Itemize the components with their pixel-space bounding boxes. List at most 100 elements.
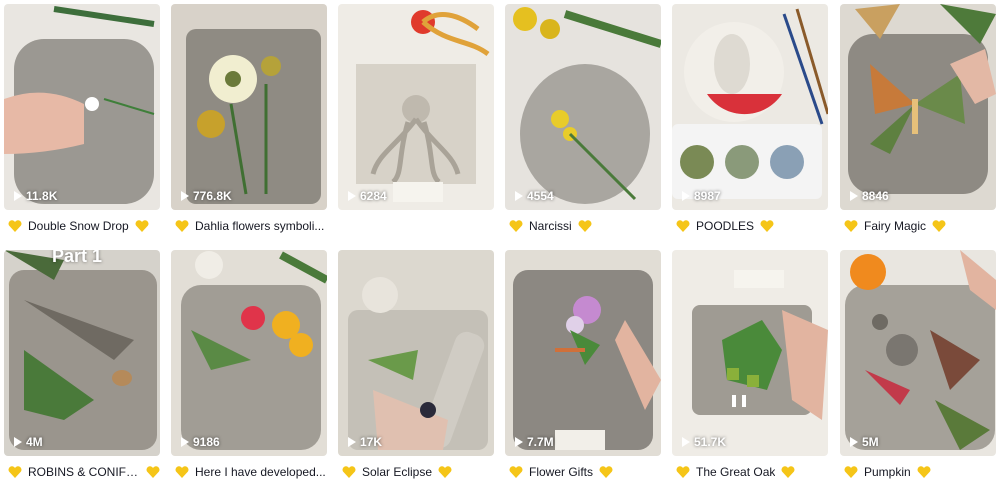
- caption-text: POODLES: [696, 219, 755, 233]
- video-caption[interactable]: POODLES: [676, 215, 828, 237]
- video-thumbnail[interactable]: 776.8K: [171, 4, 327, 210]
- yellow-heart-icon: [438, 466, 452, 478]
- video-thumbnail[interactable]: 4554: [505, 4, 661, 210]
- video-grid: 11.8K Double Snow Drop 776.8K Dahlia flo…: [0, 0, 1000, 479]
- video-thumbnail[interactable]: 9186: [171, 250, 327, 456]
- view-count: 51.7K: [682, 435, 726, 449]
- video-caption[interactable]: Double Snow Drop: [8, 215, 160, 237]
- video-card[interactable]: 4554 Narcissi: [505, 4, 661, 233]
- play-icon: [682, 191, 690, 201]
- caption-text: Fairy Magic: [864, 219, 927, 233]
- video-caption[interactable]: Fairy Magic: [844, 215, 996, 237]
- play-icon: [850, 437, 858, 447]
- thumbnail-image: [338, 250, 494, 456]
- yellow-heart-icon: [578, 220, 592, 232]
- caption-text: The Great Oak: [696, 465, 776, 479]
- play-icon: [348, 437, 356, 447]
- view-count: 8987: [682, 189, 721, 203]
- video-card[interactable]: 776.8K Dahlia flowers symboli...: [171, 4, 327, 233]
- yellow-heart-icon: [932, 220, 946, 232]
- thumbnail-image: [4, 250, 160, 456]
- video-thumbnail[interactable]: 51.7K: [672, 250, 828, 456]
- video-caption[interactable]: The Great Oak: [676, 461, 828, 483]
- thumbnail-image: [840, 250, 996, 456]
- yellow-heart-icon: [509, 220, 523, 232]
- thumbnail-image: [505, 4, 661, 210]
- video-card[interactable]: 8846 Fairy Magic: [840, 4, 996, 233]
- yellow-heart-icon: [760, 220, 774, 232]
- play-icon: [348, 191, 356, 201]
- yellow-heart-icon: [844, 466, 858, 478]
- view-count: 4554: [515, 189, 554, 203]
- view-count: 7.7M: [515, 435, 554, 449]
- part-label: Part 1: [52, 250, 103, 266]
- video-card[interactable]: 9186 Here I have developed...: [171, 250, 327, 479]
- view-count: 17K: [348, 435, 382, 449]
- video-thumbnail[interactable]: 8846: [840, 4, 996, 210]
- video-card[interactable]: 7.7M Flower Gifts: [505, 250, 661, 479]
- yellow-heart-icon: [135, 220, 149, 232]
- thumbnail-image: [672, 250, 828, 456]
- view-count: 6284: [348, 189, 387, 203]
- yellow-heart-icon: [599, 466, 613, 478]
- thumbnail-image: [672, 4, 828, 210]
- play-icon: [181, 437, 189, 447]
- yellow-heart-icon: [342, 466, 356, 478]
- thumbnail-image: [171, 250, 327, 456]
- video-card[interactable]: 8987 POODLES: [672, 4, 828, 233]
- play-icon: [181, 191, 189, 201]
- view-count: 9186: [181, 435, 220, 449]
- yellow-heart-icon: [8, 466, 22, 478]
- video-caption[interactable]: Dahlia flowers symboli...: [175, 215, 327, 237]
- view-count: 8846: [850, 189, 889, 203]
- yellow-heart-icon: [175, 466, 189, 478]
- video-caption[interactable]: Here I have developed...: [175, 461, 327, 483]
- video-thumbnail[interactable]: 11.8K: [4, 4, 160, 210]
- video-caption[interactable]: Pumpkin: [844, 461, 996, 483]
- yellow-heart-icon: [509, 466, 523, 478]
- view-count: 11.8K: [14, 189, 57, 203]
- play-icon: [14, 437, 22, 447]
- thumbnail-image: [840, 4, 996, 210]
- caption-text: Dahlia flowers symboli...: [195, 219, 325, 233]
- video-caption[interactable]: Narcissi: [509, 215, 661, 237]
- yellow-heart-icon: [146, 466, 160, 478]
- caption-text: Here I have developed...: [195, 465, 326, 479]
- yellow-heart-icon: [917, 466, 931, 478]
- video-card[interactable]: 17K Solar Eclipse: [338, 250, 494, 479]
- video-thumbnail[interactable]: 8987: [672, 4, 828, 210]
- yellow-heart-icon: [676, 220, 690, 232]
- video-card[interactable]: 6284: [338, 4, 494, 210]
- thumbnail-image: [171, 4, 327, 210]
- thumbnail-image: [4, 4, 160, 210]
- video-card[interactable]: Part 1 4M ROBINS & CONIFERS: [4, 250, 160, 479]
- video-thumbnail[interactable]: 5M: [840, 250, 996, 456]
- video-caption[interactable]: ROBINS & CONIFERS: [8, 461, 160, 483]
- video-card[interactable]: 5M Pumpkin: [840, 250, 996, 479]
- yellow-heart-icon: [781, 466, 795, 478]
- video-thumbnail[interactable]: 17K: [338, 250, 494, 456]
- caption-text: Double Snow Drop: [28, 219, 129, 233]
- video-thumbnail[interactable]: Part 1 4M: [4, 250, 160, 456]
- caption-text: ROBINS & CONIFERS: [28, 465, 140, 479]
- caption-text: Narcissi: [529, 219, 572, 233]
- yellow-heart-icon: [175, 220, 189, 232]
- play-icon: [850, 191, 858, 201]
- view-count: 5M: [850, 435, 879, 449]
- thumbnail-image: [338, 4, 494, 210]
- video-thumbnail[interactable]: 7.7M: [505, 250, 661, 456]
- yellow-heart-icon: [8, 220, 22, 232]
- video-thumbnail[interactable]: 6284: [338, 4, 494, 210]
- play-icon: [515, 191, 523, 201]
- play-icon: [682, 437, 690, 447]
- play-icon: [515, 437, 523, 447]
- play-icon: [14, 191, 22, 201]
- view-count: 776.8K: [181, 189, 232, 203]
- view-count: 4M: [14, 435, 43, 449]
- caption-text: Pumpkin: [864, 465, 911, 479]
- video-caption[interactable]: Flower Gifts: [509, 461, 661, 483]
- video-caption[interactable]: Solar Eclipse: [342, 461, 494, 483]
- video-card[interactable]: 11.8K Double Snow Drop: [4, 4, 160, 233]
- video-card[interactable]: 51.7K The Great Oak: [672, 250, 828, 479]
- yellow-heart-icon: [676, 466, 690, 478]
